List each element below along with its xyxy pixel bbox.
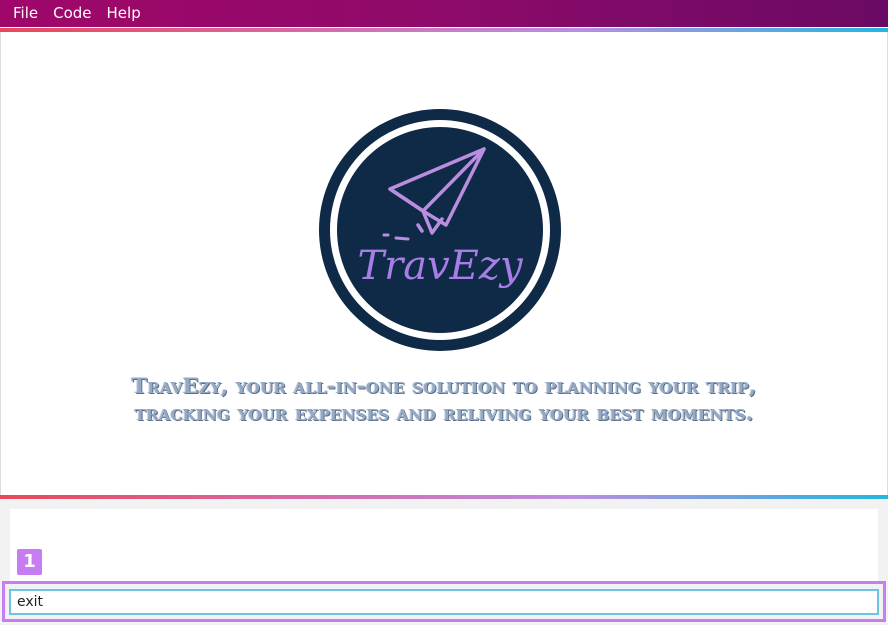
tagline: TravEzy, your all-in-one solution to pla… bbox=[40, 372, 848, 426]
annotation-badge: 1 bbox=[17, 549, 42, 575]
menu-help[interactable]: Help bbox=[100, 0, 149, 27]
travezy-logo: TravEzy bbox=[319, 109, 561, 351]
tagline-line-2: tracking your expenses and reliving your… bbox=[134, 400, 754, 425]
menu-code[interactable]: Code bbox=[46, 0, 99, 27]
menu-bar: File Code Help bbox=[0, 0, 888, 27]
result-display bbox=[10, 509, 878, 583]
menu-file[interactable]: File bbox=[0, 0, 46, 27]
logo-brand-text: TravEzy bbox=[357, 243, 524, 289]
tagline-line-1: TravEzy, your all-in-one solution to pla… bbox=[131, 373, 757, 398]
command-input[interactable] bbox=[9, 589, 879, 615]
